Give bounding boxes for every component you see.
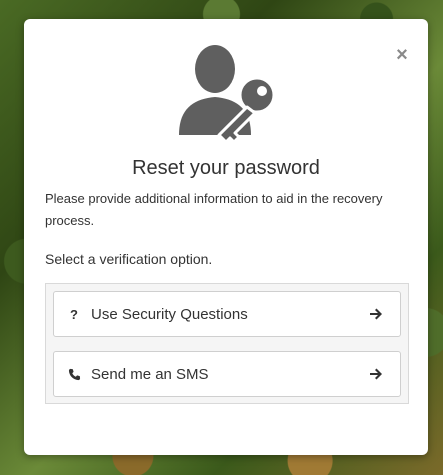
user-key-icon: [179, 45, 276, 144]
modal-description: Please provide additional information to…: [45, 191, 383, 228]
select-verification-label: Select a verification option.: [45, 251, 213, 267]
option-label: Send me an SMS: [91, 365, 209, 383]
hero-illustration: [24, 39, 428, 149]
arrow-right-icon: [370, 368, 382, 380]
verification-options: ? Use Security Questions Send me an SMS: [45, 283, 409, 404]
modal-title: Reset your password: [132, 157, 320, 179]
option-label: Use Security Questions: [91, 305, 248, 323]
question-mark-icon: ?: [70, 306, 78, 322]
send-sms-option[interactable]: Send me an SMS: [53, 351, 401, 397]
arrow-right-icon: [370, 308, 382, 320]
reset-password-modal: × Reset your password Please provide add…: [24, 19, 428, 455]
security-questions-option[interactable]: ? Use Security Questions: [53, 291, 401, 337]
phone-icon: [67, 367, 81, 381]
